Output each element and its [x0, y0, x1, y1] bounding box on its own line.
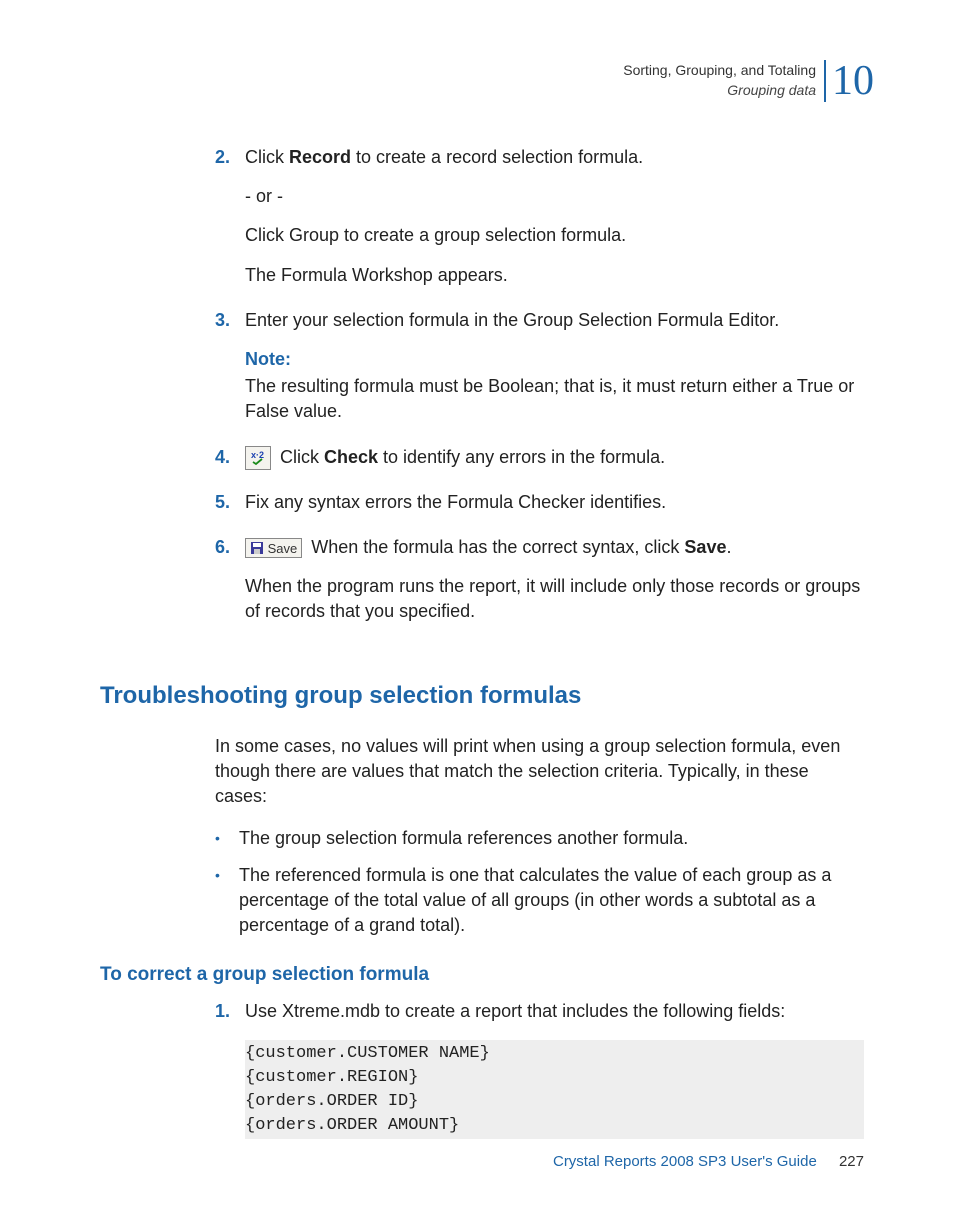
- step-body: Enter your selection formula in the Grou…: [245, 308, 864, 439]
- troubleshoot-intro: In some cases, no values will print when…: [215, 734, 864, 810]
- step-body: Save When the formula has the correct sy…: [245, 535, 864, 639]
- bullet-2: • The referenced formula is one that cal…: [215, 863, 864, 939]
- step-number: 3.: [215, 308, 245, 439]
- step-number: 6.: [215, 535, 245, 639]
- heading-troubleshooting: Troubleshooting group selection formulas: [100, 679, 864, 713]
- step-2: 2. Click Record to create a record selec…: [215, 145, 864, 302]
- section-title: Grouping data: [623, 81, 816, 101]
- bullet-dot-icon: •: [215, 826, 239, 851]
- step-number: 2.: [215, 145, 245, 302]
- page-header: Sorting, Grouping, and Totaling Grouping…: [623, 60, 874, 102]
- chapter-number: 10: [824, 60, 874, 102]
- step-list: 2. Click Record to create a record selec…: [215, 145, 864, 639]
- heading-correct: To correct a group selection formula: [100, 962, 864, 989]
- footer-page-number: 227: [839, 1153, 864, 1170]
- note-label: Note:: [245, 349, 291, 369]
- step-2-line1: Click Record to create a record selectio…: [245, 145, 864, 170]
- step-2-line2: Click Group to create a group selection …: [245, 223, 864, 248]
- correct-step-1-text: Use Xtreme.mdb to create a report that i…: [245, 999, 864, 1024]
- footer-title: Crystal Reports 2008 SP3 User's Guide: [553, 1153, 817, 1170]
- header-text: Sorting, Grouping, and Totaling Grouping…: [623, 61, 816, 100]
- chapter-title: Sorting, Grouping, and Totaling: [623, 61, 816, 81]
- code-block: {customer.CUSTOMER NAME} {customer.REGIO…: [245, 1040, 864, 1139]
- save-icon: Save: [245, 538, 302, 558]
- page: Sorting, Grouping, and Totaling Grouping…: [0, 0, 954, 1227]
- content: 2. Click Record to create a record selec…: [100, 145, 864, 1145]
- troubleshoot-body: In some cases, no values will print when…: [215, 734, 864, 938]
- step-3-line1: Enter your selection formula in the Grou…: [245, 308, 864, 333]
- bullet-text: The referenced formula is one that calcu…: [239, 863, 864, 939]
- step-2-or: - or -: [245, 184, 864, 209]
- step-6-after: When the program runs the report, it wil…: [245, 574, 864, 624]
- step-6: 6. Save When the formula has the correct…: [215, 535, 864, 639]
- step-4: 4. x·2 Click Check to identify any error…: [215, 445, 864, 484]
- step-number: 4.: [215, 445, 245, 484]
- step-number: 5.: [215, 490, 245, 529]
- svg-text:x·2: x·2: [251, 450, 264, 460]
- correct-step-1: 1. Use Xtreme.mdb to create a report tha…: [215, 999, 864, 1139]
- step-body: Use Xtreme.mdb to create a report that i…: [245, 999, 864, 1139]
- step-5: 5. Fix any syntax errors the Formula Che…: [215, 490, 864, 529]
- step-6-text: Save When the formula has the correct sy…: [245, 535, 864, 560]
- bullet-dot-icon: •: [215, 863, 239, 939]
- correct-steps: 1. Use Xtreme.mdb to create a report tha…: [215, 999, 864, 1139]
- step-5-text: Fix any syntax errors the Formula Checke…: [245, 490, 864, 515]
- step-4-text: x·2 Click Check to identify any errors i…: [245, 445, 864, 470]
- step-3: 3. Enter your selection formula in the G…: [215, 308, 864, 439]
- bullet-text: The group selection formula references a…: [239, 826, 864, 851]
- step-number: 1.: [215, 999, 245, 1139]
- step-2-line3: The Formula Workshop appears.: [245, 263, 864, 288]
- step-body: Fix any syntax errors the Formula Checke…: [245, 490, 864, 529]
- page-footer: Crystal Reports 2008 SP3 User's Guide 22…: [553, 1151, 864, 1172]
- step-body: x·2 Click Check to identify any errors i…: [245, 445, 864, 484]
- bullet-1: • The group selection formula references…: [215, 826, 864, 851]
- check-formula-icon: x·2: [245, 446, 271, 470]
- note-text: The resulting formula must be Boolean; t…: [245, 374, 864, 424]
- step-body: Click Record to create a record selectio…: [245, 145, 864, 302]
